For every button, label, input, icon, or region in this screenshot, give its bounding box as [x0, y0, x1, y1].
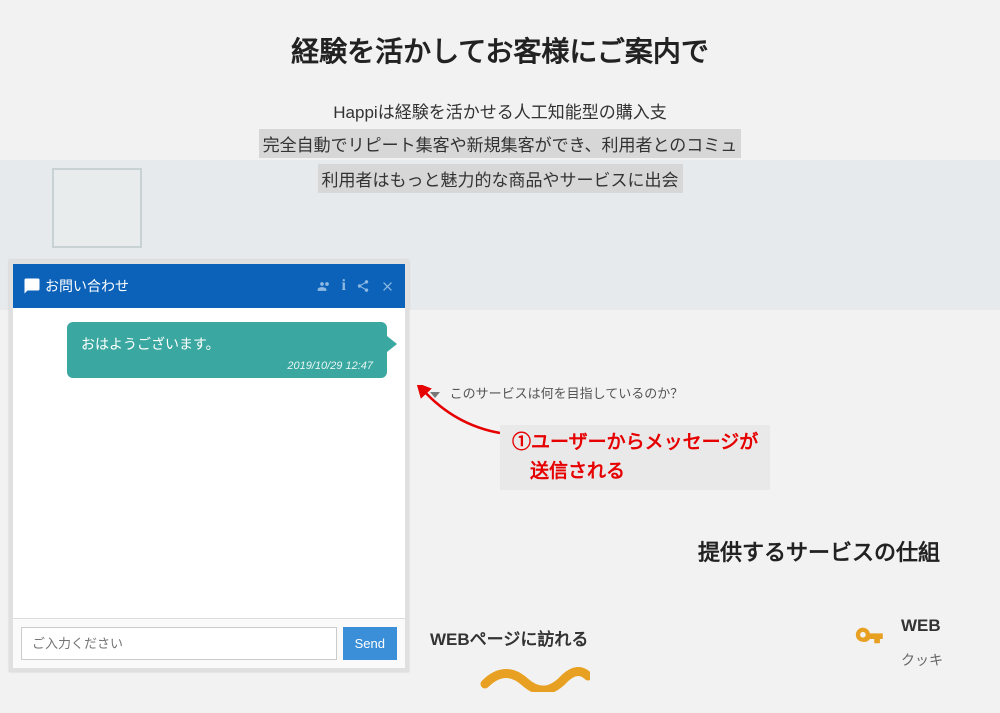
- chat-input-row: Send: [13, 618, 405, 668]
- key-icon: [853, 622, 887, 656]
- service-item: WEBページに訪れる: [430, 625, 590, 697]
- chat-widget: お問い合わせ i おはようございます。 2019/10/29 12:47 Sen…: [9, 260, 409, 672]
- hero-title: 経験を活かしてお客様にご案内で: [0, 30, 1000, 70]
- faq-question: このサービスは何を目指しているのか？: [450, 386, 684, 401]
- service-title: WEBページに訪れる: [430, 625, 590, 650]
- member-icon[interactable]: [317, 279, 332, 294]
- service-title: WEB: [901, 616, 1000, 636]
- service-item: WEB クッキ: [853, 616, 1000, 670]
- annotation-text: ①ユーザーからメッセージが 送信される: [500, 425, 770, 490]
- hero-sub2: 完全自動でリピート集客や新規集客ができ、利用者とのコミュ: [259, 129, 742, 158]
- chevron-down-icon: [430, 392, 440, 398]
- faq-item[interactable]: このサービスは何を目指しているのか？: [430, 383, 683, 402]
- service-description: クッキ: [901, 650, 1000, 670]
- section-title: 提供するサービスの仕組: [698, 535, 940, 567]
- chat-message-outgoing: おはようございます。 2019/10/29 12:47: [67, 322, 387, 378]
- send-button[interactable]: Send: [343, 627, 397, 660]
- chat-body: おはようございます。 2019/10/29 12:47: [13, 308, 405, 618]
- chat-header: お問い合わせ i: [13, 264, 405, 308]
- info-icon[interactable]: i: [342, 277, 346, 295]
- chat-input[interactable]: [21, 627, 337, 660]
- hero-sub3: 利用者はもっと魅力的な商品やサービスに出会: [318, 164, 683, 193]
- hero-section: 経験を活かしてお客様にご案内で Happiは経験を活かせる人工知能型の購入支 完…: [0, 30, 1000, 193]
- message-timestamp: 2019/10/29 12:47: [81, 360, 373, 372]
- chat-icon: [23, 277, 41, 295]
- message-text: おはようございます。: [81, 334, 373, 354]
- swirl-icon: [480, 662, 590, 692]
- hero-sub1: Happiは経験を活かせる人工知能型の購入支: [0, 98, 1000, 123]
- close-icon[interactable]: [380, 279, 395, 294]
- chat-title: お問い合わせ: [45, 276, 129, 296]
- share-icon[interactable]: [356, 279, 370, 293]
